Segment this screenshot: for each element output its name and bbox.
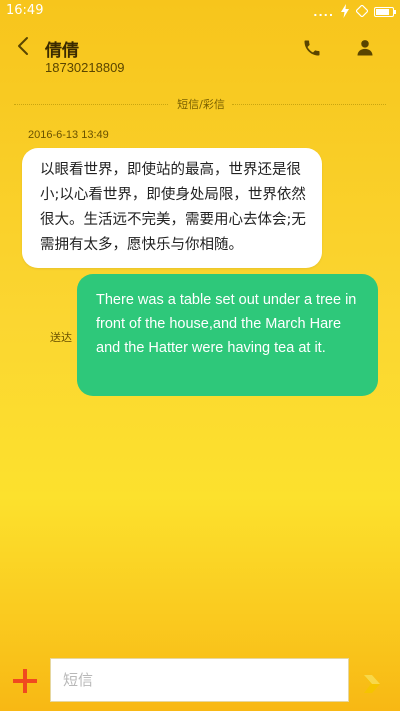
composer-bar bbox=[0, 652, 400, 711]
message-input[interactable] bbox=[50, 658, 349, 702]
signal-dots: .... bbox=[313, 5, 334, 19]
battery-icon bbox=[374, 7, 396, 17]
wifi-icon bbox=[355, 3, 369, 20]
contact-name: 倩倩 bbox=[45, 41, 79, 61]
status-icons: .... bbox=[313, 3, 396, 21]
back-icon[interactable] bbox=[14, 36, 34, 56]
divider-line-right bbox=[232, 104, 386, 105]
channel-divider: 短信/彩信 bbox=[14, 96, 386, 112]
message-timestamp: 2016-6-13 13:49 bbox=[28, 129, 109, 141]
channel-label: 短信/彩信 bbox=[177, 98, 225, 111]
phone-icon[interactable] bbox=[302, 38, 322, 58]
divider-line-left bbox=[14, 104, 168, 105]
person-icon[interactable] bbox=[355, 38, 375, 58]
send-icon[interactable] bbox=[360, 672, 384, 696]
charging-icon bbox=[340, 3, 350, 21]
plus-icon[interactable] bbox=[12, 668, 38, 694]
incoming-message-bubble[interactable]: 以眼看世界，即使站的最高，世界还是很小;以心看世界，即使身处局限，世界依然很大。… bbox=[22, 148, 322, 268]
outgoing-message-text: There was a table set out under a tree i… bbox=[96, 292, 357, 356]
delivery-status: 送达 bbox=[50, 331, 72, 344]
conversation-header: 倩倩 18730218809 bbox=[0, 24, 400, 84]
status-bar: 16:49 .... bbox=[0, 0, 400, 24]
outgoing-message-bubble[interactable]: There was a table set out under a tree i… bbox=[77, 274, 378, 396]
status-time: 16:49 bbox=[6, 3, 44, 18]
incoming-message-text: 以眼看世界，即使站的最高，世界还是很小;以心看世界，即使身处局限，世界依然很大。… bbox=[40, 162, 306, 253]
contact-number: 18730218809 bbox=[45, 60, 125, 75]
